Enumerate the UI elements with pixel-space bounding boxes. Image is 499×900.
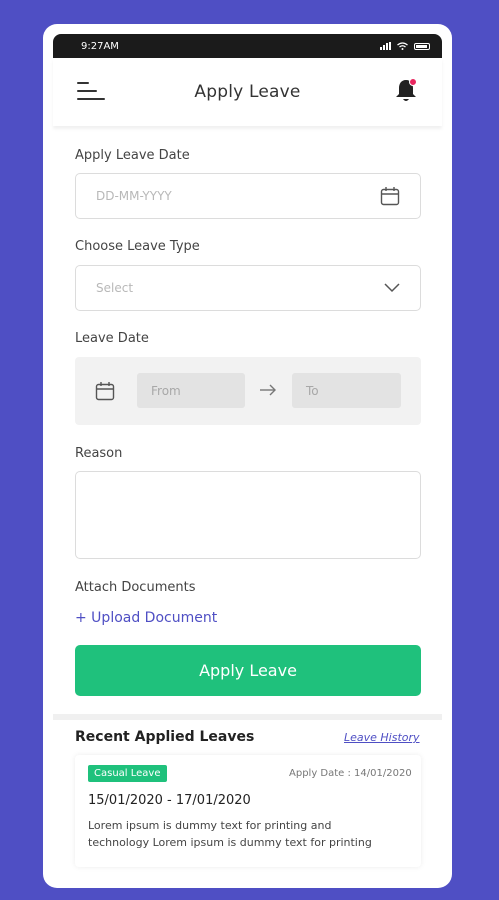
leave-date-range-text: 15/01/2020 - 17/01/2020	[88, 793, 251, 808]
signal-icon	[380, 42, 391, 50]
leave-type-label: Choose Leave Type	[75, 239, 200, 254]
leave-type-selected: Select	[96, 281, 134, 295]
calendar-icon[interactable]	[380, 186, 400, 206]
leave-to-placeholder: To	[306, 383, 319, 398]
phone-frame: 9:27AM Apply Leave Apply Leave Date DD-M…	[43, 24, 452, 888]
recent-leaves-title: Recent Applied Leaves	[75, 729, 255, 745]
status-bar: 9:27AM	[53, 34, 442, 58]
apply-leave-date-placeholder: DD-MM-YYYY	[96, 189, 172, 203]
apply-leave-date-input[interactable]: DD-MM-YYYY	[75, 173, 421, 219]
leave-description: Lorem ipsum is dummy text for printing a…	[88, 819, 372, 849]
section-divider	[53, 714, 442, 720]
leave-type-select[interactable]: Select	[75, 265, 421, 311]
chevron-down-icon	[384, 283, 400, 293]
reason-textarea[interactable]	[75, 471, 421, 559]
leave-history-link[interactable]: Leave History	[344, 731, 420, 744]
leave-from-placeholder: From	[151, 383, 181, 398]
leave-card[interactable]: Casual Leave Apply Date : 14/01/2020 15/…	[75, 755, 421, 867]
upload-document-link[interactable]: + Upload Document	[75, 610, 217, 626]
notification-dot	[409, 78, 417, 86]
reason-label: Reason	[75, 446, 123, 461]
attach-documents-label: Attach Documents	[75, 580, 196, 595]
leave-type-badge: Casual Leave	[88, 765, 167, 782]
menu-icon[interactable]	[77, 82, 105, 102]
apply-date: Apply Date : 14/01/2020	[289, 768, 412, 779]
battery-icon	[414, 42, 430, 50]
page-title: Apply Leave	[194, 82, 301, 102]
apply-leave-date-label: Apply Leave Date	[75, 148, 190, 163]
calendar-icon[interactable]	[95, 381, 115, 401]
notification-bell-icon[interactable]	[394, 78, 418, 104]
leave-from-input[interactable]: From	[137, 373, 245, 408]
leave-date-range: From To	[75, 357, 421, 425]
leave-to-input[interactable]: To	[292, 373, 401, 408]
apply-leave-button[interactable]: Apply Leave	[75, 645, 421, 696]
wifi-icon	[397, 42, 408, 50]
status-time: 9:27AM	[81, 40, 119, 52]
app-bar: Apply Leave	[53, 58, 442, 126]
arrow-right-icon	[260, 384, 276, 396]
status-icons	[380, 42, 430, 50]
leave-date-label: Leave Date	[75, 331, 149, 346]
